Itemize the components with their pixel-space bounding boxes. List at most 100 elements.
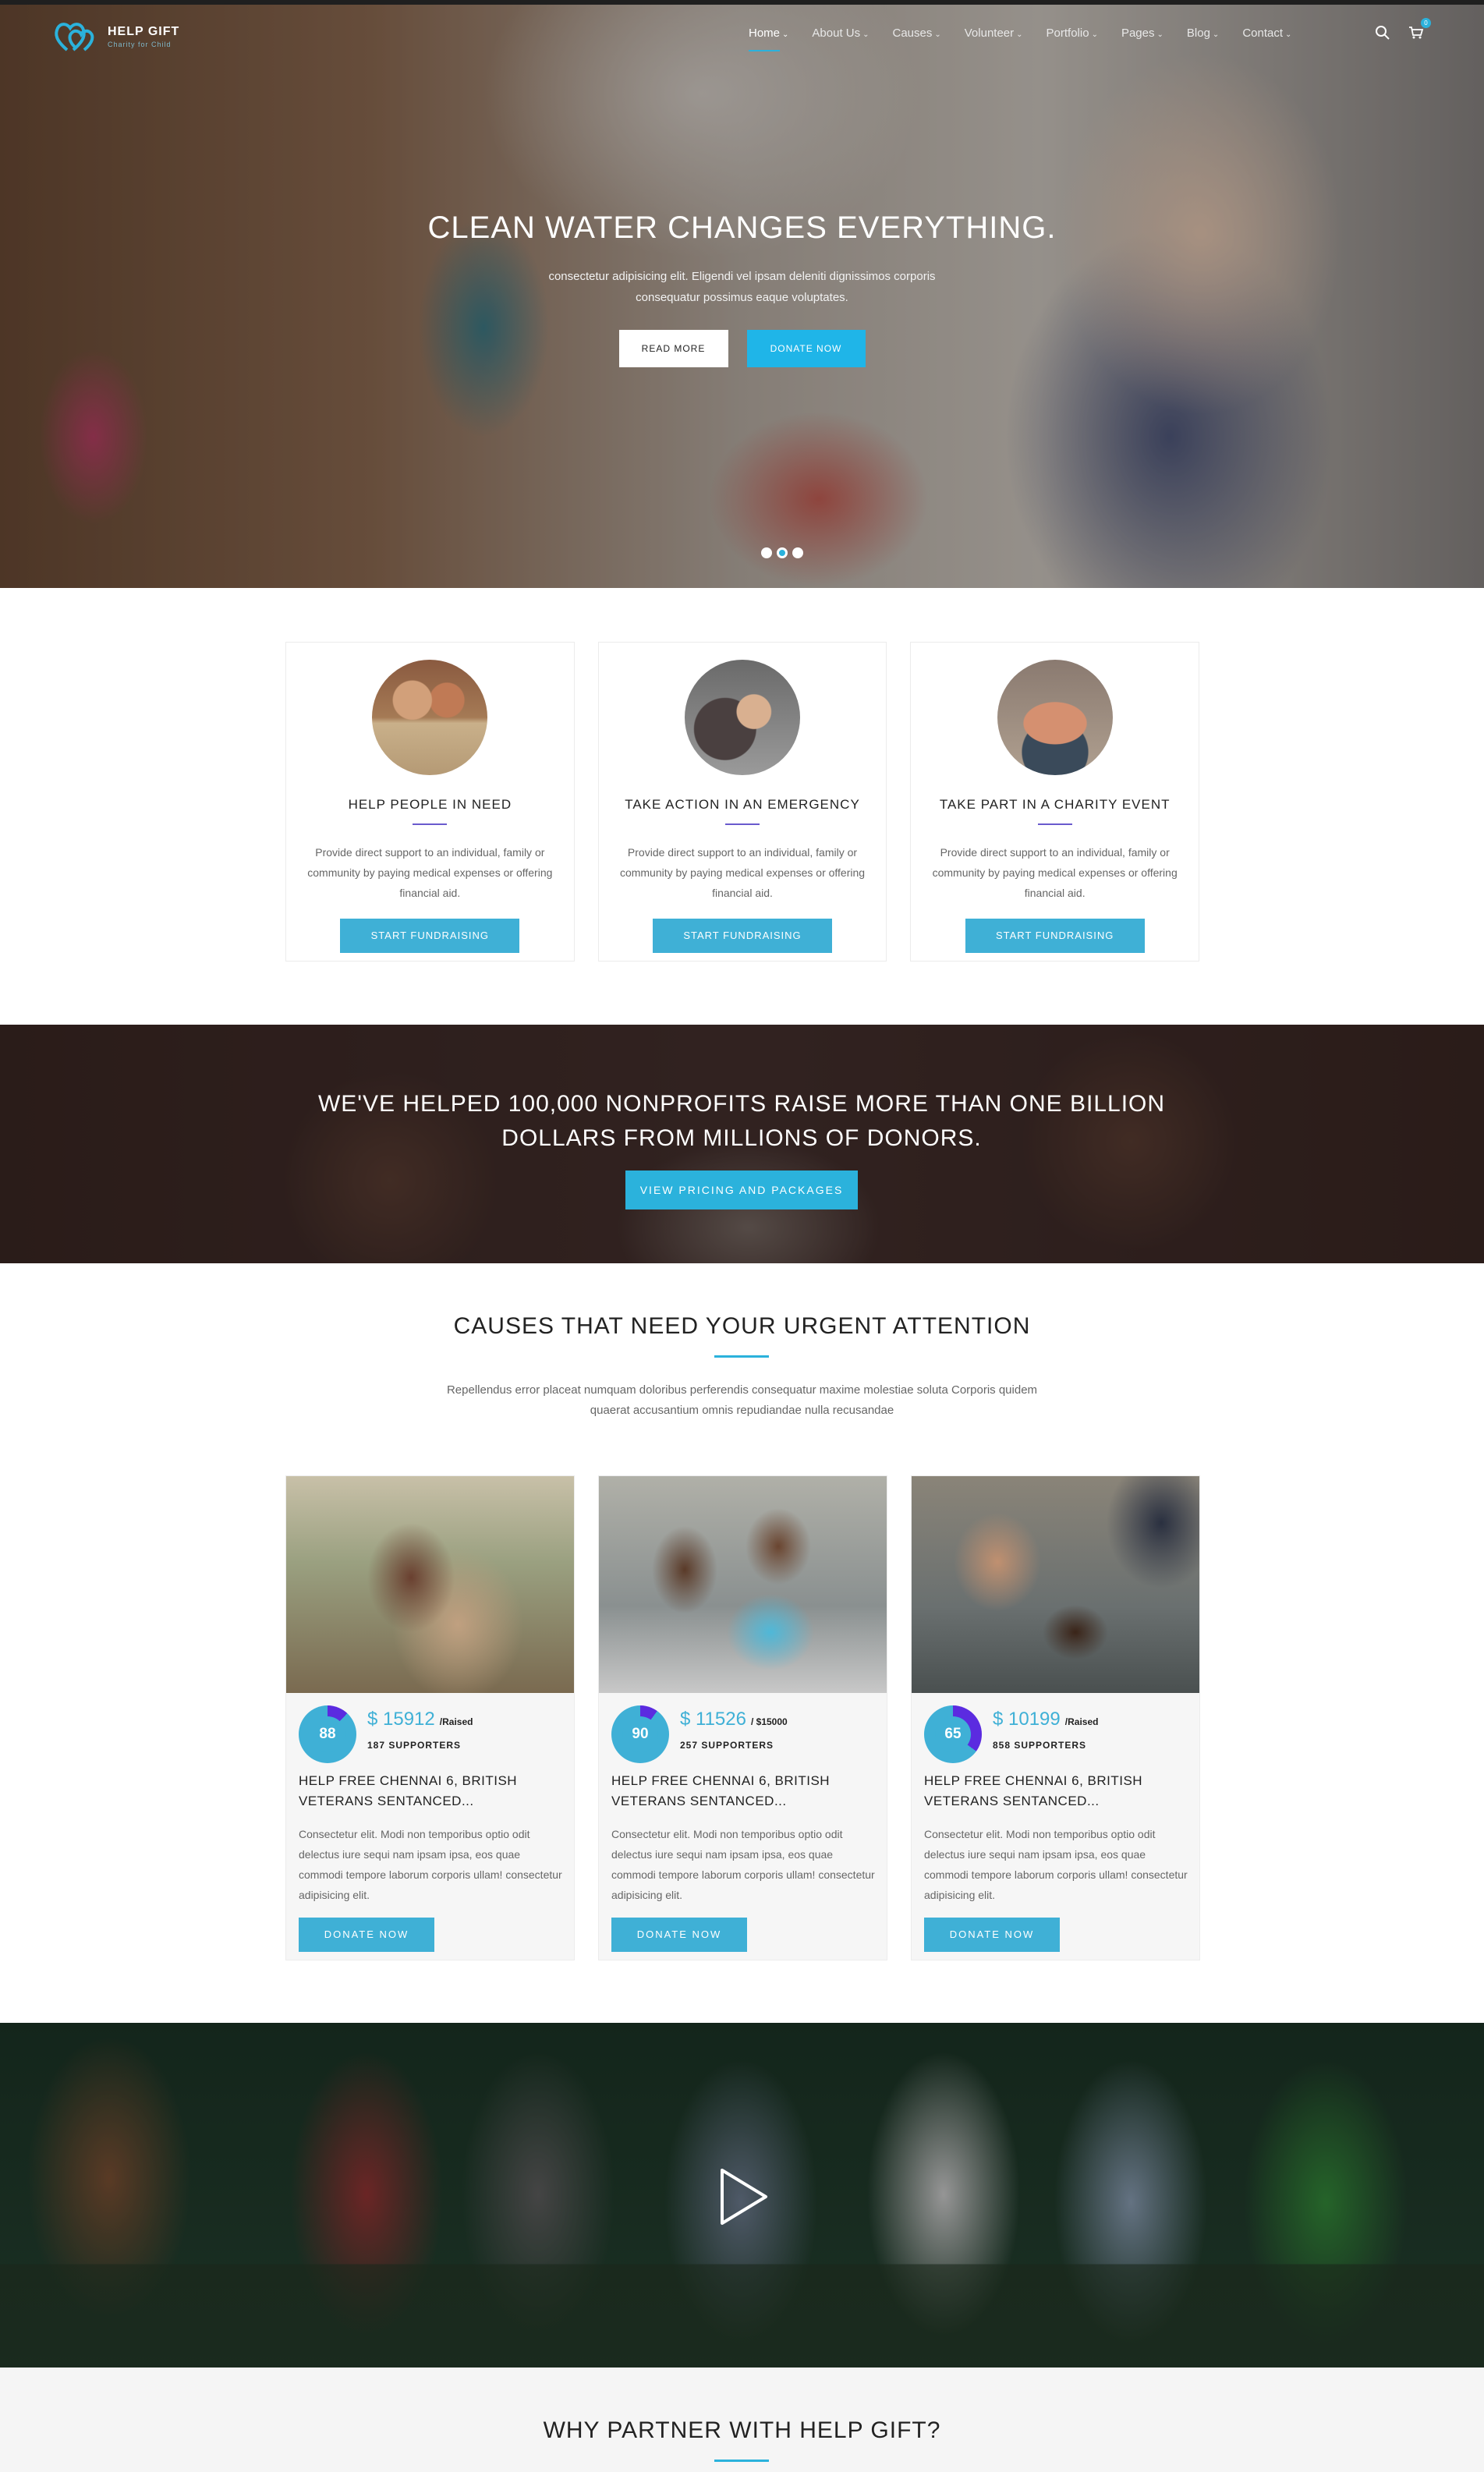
- nav-item-blog[interactable]: Blog ⌄: [1187, 27, 1219, 45]
- raised-amount: $ 10199/Raised: [993, 1709, 1098, 1730]
- donate-now-button[interactable]: DONATE NOW: [611, 1918, 747, 1952]
- nav-item-causes[interactable]: Causes ⌄: [893, 27, 941, 45]
- cause-image: [599, 1476, 887, 1693]
- progress-pie: 88: [299, 1705, 356, 1763]
- feature-card: TAKE PART IN A CHARITY EVENT Provide dir…: [910, 642, 1200, 962]
- progress-percent: 88: [310, 1716, 345, 1752]
- feature-text: Provide direct support to an individual,…: [307, 846, 553, 899]
- nav-label: About Us: [812, 27, 861, 40]
- brand-tagline: Charity for Child: [108, 41, 172, 48]
- search-icon[interactable]: [1375, 25, 1390, 41]
- read-more-button[interactable]: READ MORE: [618, 330, 728, 367]
- section-divider: [714, 2460, 769, 2462]
- feature-card: HELP PEOPLE IN NEED Provide direct suppo…: [285, 642, 575, 962]
- feature-image: [997, 660, 1113, 775]
- logo[interactable]: HELP GIFT Charity for Child: [53, 16, 201, 55]
- brand-name: HELP GIFT: [108, 25, 180, 38]
- nav-menu: Home ⌄ About Us ⌄ Causes ⌄ Volunteer ⌄ Portf…: [749, 27, 1315, 51]
- raised-amount: $ 15912/Raised: [367, 1709, 473, 1730]
- start-fundraising-button[interactable]: START FUNDRAISING: [965, 919, 1145, 953]
- nav-item-volunteer[interactable]: Volunteer ⌄: [965, 27, 1023, 45]
- feature-image: [372, 660, 488, 775]
- feature-title: HELP PEOPLE IN NEED: [348, 797, 512, 812]
- play-icon[interactable]: [711, 2166, 774, 2228]
- nav-item-pages[interactable]: Pages ⌄: [1121, 27, 1163, 45]
- hero-buttons: READ MORE DONATE NOW: [0, 330, 1484, 367]
- donate-now-button[interactable]: DONATE NOW: [924, 1918, 1060, 1952]
- slider-dot-1[interactable]: [761, 547, 772, 558]
- cause-text: Consectetur elit. Modi non temporibus op…: [924, 1828, 1188, 1901]
- hero-text: consectetur adipisicing elit. Eligendi v…: [548, 270, 936, 304]
- nav-item-home[interactable]: Home ⌄: [749, 27, 789, 51]
- slider-dot-3[interactable]: [792, 547, 803, 558]
- supporters-count: 187 SUPPORTERS: [367, 1740, 462, 1751]
- causes-section-text: Repellendus error placeat numquam dolori…: [446, 1383, 1038, 1417]
- divider: [725, 823, 760, 825]
- cause-text: Consectetur elit. Modi non temporibus op…: [611, 1828, 875, 1901]
- cart-icon[interactable]: [1408, 26, 1424, 40]
- chevron-down-icon: ⌄: [934, 30, 941, 39]
- section-divider: [714, 1355, 769, 1358]
- feature-image: [685, 660, 800, 775]
- nav-label: Portfolio: [1046, 27, 1089, 40]
- cause-image: [912, 1476, 1199, 1693]
- view-pricing-button[interactable]: VIEW PRICING AND PACKAGES: [625, 1170, 858, 1209]
- chevron-down-icon: ⌄: [862, 30, 870, 39]
- cause-card: 65 $ 10199/Raised 858 SUPPORTERS HELP FR…: [911, 1475, 1200, 1960]
- nav-label: Causes: [892, 27, 933, 40]
- supporters-count: 858 SUPPORTERS: [993, 1740, 1087, 1751]
- raised-suffix: /Raised: [439, 1716, 473, 1727]
- banner-title: WE'VE HELPED 100,000 NONPROFITS RAISE MO…: [317, 1091, 1166, 1151]
- nav-item-portfolio[interactable]: Portfolio ⌄: [1047, 27, 1098, 45]
- heart-logo-icon: [55, 23, 94, 51]
- cause-cards: 88 $ 15912/Raised 187 SUPPORTERS HELP FR…: [285, 1475, 1200, 1960]
- start-fundraising-button[interactable]: START FUNDRAISING: [340, 919, 520, 953]
- start-fundraising-button[interactable]: START FUNDRAISING: [653, 919, 832, 953]
- divider: [1037, 823, 1072, 825]
- hero-title: CLEAN WATER CHANGES EVERYTHING.: [427, 211, 1057, 245]
- cause-text: Consectetur elit. Modi non temporibus op…: [299, 1828, 562, 1901]
- nav-label: Pages: [1121, 27, 1155, 40]
- cause-title[interactable]: HELP FREE CHENNAI 6, BRITISH VETERANS SE…: [299, 1771, 564, 1812]
- chevron-down-icon: ⌄: [1016, 30, 1023, 39]
- stats-banner: WE'VE HELPED 100,000 NONPROFITS RAISE MO…: [0, 1025, 1484, 1263]
- divider: [413, 823, 448, 825]
- feature-title: TAKE ACTION IN AN EMERGENCY: [625, 797, 860, 812]
- cause-title[interactable]: HELP FREE CHENNAI 6, BRITISH VETERANS SE…: [924, 1771, 1189, 1812]
- chevron-down-icon: ⌄: [1285, 30, 1292, 39]
- slider-dot-2[interactable]: [777, 547, 788, 558]
- nav-item-contact[interactable]: Contact ⌄: [1242, 27, 1291, 45]
- progress-pie: 65: [924, 1705, 982, 1763]
- cause-image: [286, 1476, 574, 1693]
- partner-section-title: WHY PARTNER WITH HELP GIFT?: [543, 2417, 941, 2443]
- chevron-down-icon: ⌄: [782, 30, 789, 39]
- feature-cards: HELP PEOPLE IN NEED Provide direct suppo…: [285, 642, 1200, 962]
- chevron-down-icon: ⌄: [1212, 30, 1220, 39]
- raised-value: $ 11526: [680, 1709, 746, 1730]
- raised-value: $ 15912: [367, 1709, 435, 1730]
- raised-suffix: / $15000: [750, 1716, 788, 1727]
- cart-count-badge: 0: [1421, 18, 1431, 28]
- main-nav: HELP GIFT Charity for Child Home ⌄ About …: [0, 5, 1484, 67]
- progress-percent: 90: [622, 1716, 658, 1752]
- donate-now-button[interactable]: DONATE NOW: [299, 1918, 434, 1952]
- cause-title[interactable]: HELP FREE CHENNAI 6, BRITISH VETERANS SE…: [611, 1771, 877, 1812]
- chevron-down-icon: ⌄: [1156, 30, 1163, 39]
- causes-section-title: CAUSES THAT NEED YOUR URGENT ATTENTION: [453, 1313, 1031, 1339]
- hero-content: CLEAN WATER CHANGES EVERYTHING. consecte…: [0, 211, 1484, 367]
- feature-text: Provide direct support to an individual,…: [619, 846, 866, 899]
- nav-label: Contact: [1242, 27, 1284, 40]
- feature-card: TAKE ACTION IN AN EMERGENCY Provide dire…: [597, 642, 887, 962]
- cause-card: 90 $ 11526 / $15000 257 SUPPORTERS HELP F…: [598, 1475, 887, 1960]
- progress-percent: 65: [935, 1716, 971, 1752]
- slider-dots: [761, 547, 803, 558]
- nav-item-about[interactable]: About Us ⌄: [812, 27, 869, 45]
- raised-suffix: /Raised: [1064, 1716, 1099, 1727]
- cause-card: 88 $ 15912/Raised 187 SUPPORTERS HELP FR…: [285, 1475, 575, 1960]
- feature-text: Provide direct support to an individual,…: [932, 846, 1178, 899]
- donate-now-button[interactable]: DONATE NOW: [746, 330, 866, 367]
- nav-label: Volunteer: [964, 27, 1015, 40]
- raised-amount: $ 11526 / $15000: [680, 1709, 788, 1730]
- supporters-count: 257 SUPPORTERS: [680, 1740, 774, 1751]
- nav-label: Home: [749, 27, 781, 40]
